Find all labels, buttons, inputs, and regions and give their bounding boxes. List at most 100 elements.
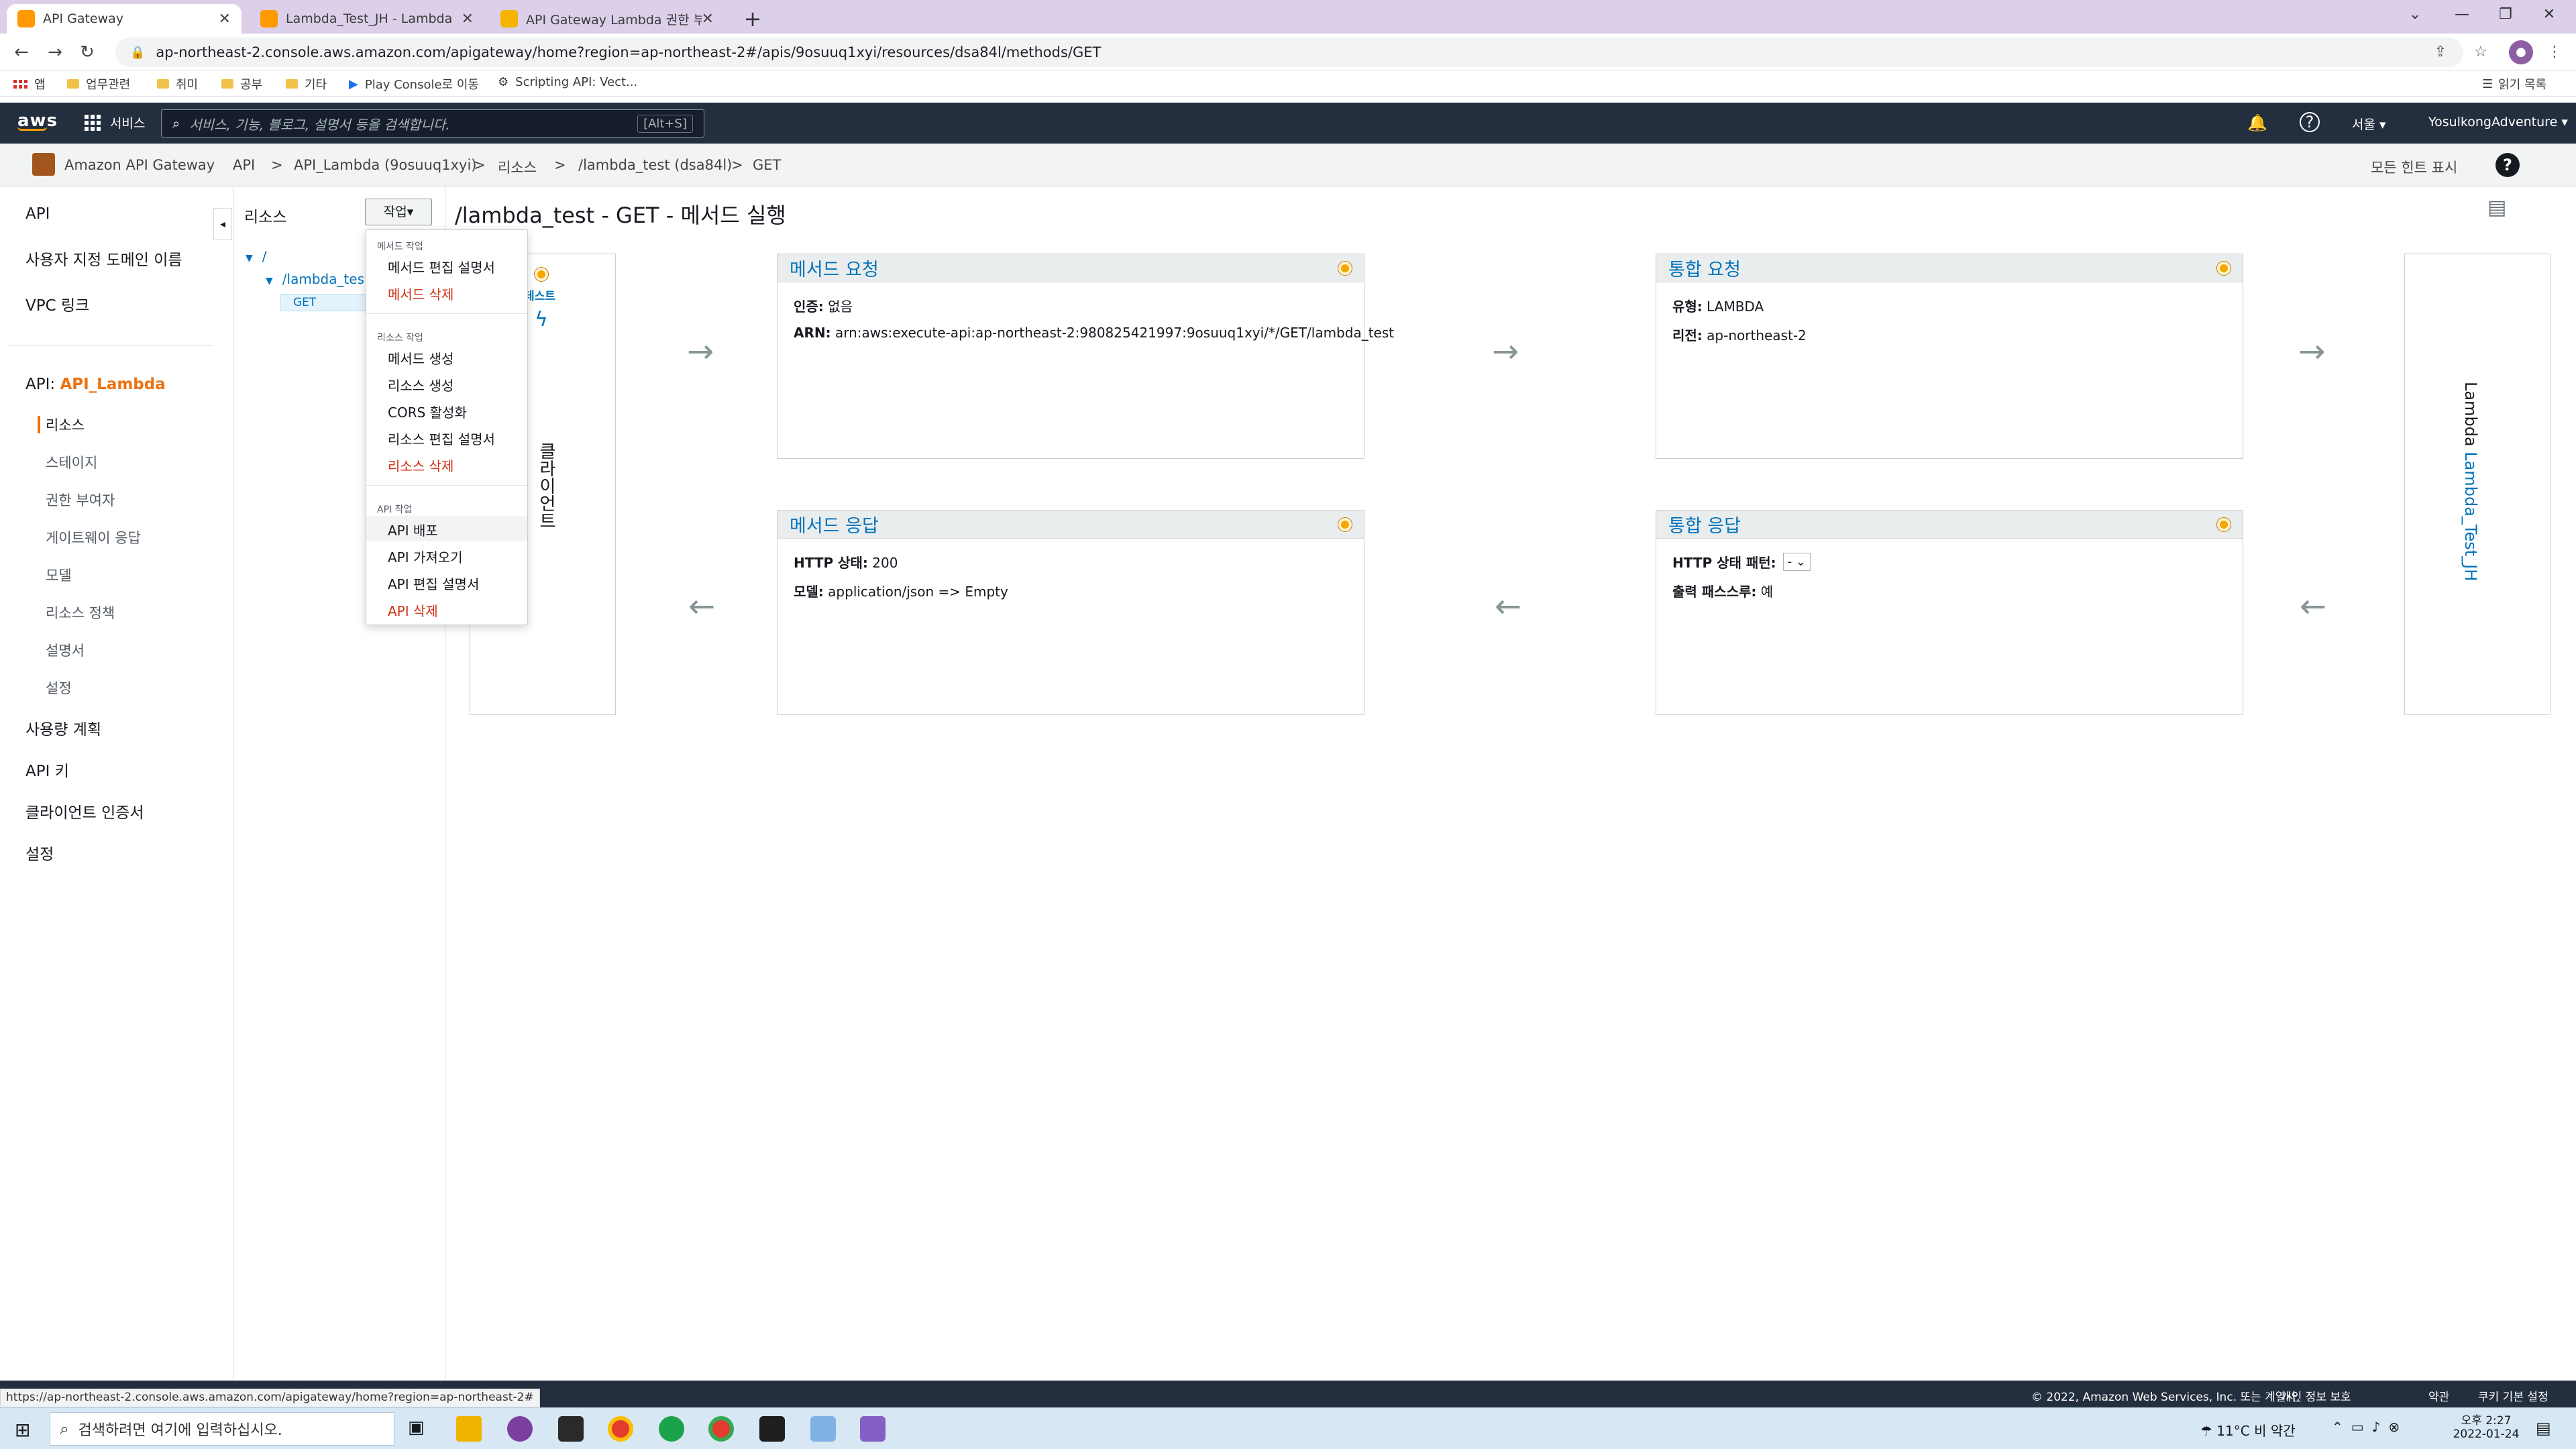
- tab-lambda[interactable]: Lambda_Test_JH - Lambda ✕: [250, 4, 484, 34]
- sidebar-item-api-keys[interactable]: API 키: [25, 758, 69, 781]
- profile-avatar[interactable]: ●: [2509, 40, 2533, 64]
- tab-search-icon[interactable]: ⌄: [2395, 0, 2435, 30]
- task-view-icon[interactable]: ▣: [408, 1417, 425, 1438]
- close-icon[interactable]: ✕: [462, 11, 474, 28]
- actions-button[interactable]: 작업▾: [365, 199, 432, 225]
- menu-item-import-api[interactable]: API 가져오기: [388, 547, 463, 566]
- menu-item-enable-cors[interactable]: CORS 활성화: [388, 402, 467, 421]
- services-menu-button[interactable]: 서비스: [85, 113, 145, 131]
- menu-kebab-icon[interactable]: ⋮: [2542, 40, 2567, 64]
- window-close-icon[interactable]: ✕: [2529, 0, 2569, 30]
- menu-item-delete-resource[interactable]: 리소스 삭제: [388, 455, 453, 475]
- sidebar-item-client-certs[interactable]: 클라이언트 인증서: [25, 800, 144, 822]
- tree-node-lambda-test[interactable]: ▼/lambda_tes: [266, 271, 364, 287]
- minimize-icon[interactable]: —: [2442, 0, 2482, 30]
- menu-item-delete-method[interactable]: 메서드 삭제: [388, 284, 453, 303]
- menu-item-edit-method-doc[interactable]: 메서드 편집 설명서: [388, 257, 495, 276]
- bookmark-play-console[interactable]: ▶ Play Console로 이동: [349, 75, 479, 93]
- status-pattern-select[interactable]: - ⌄: [1782, 553, 1811, 571]
- taskbar-search-input[interactable]: ⌕ 검색하려면 여기에 입력하십시오.: [50, 1412, 394, 1446]
- visual-studio-icon[interactable]: [860, 1416, 885, 1442]
- new-tab-icon[interactable]: +: [738, 4, 767, 34]
- method-response-header[interactable]: 메서드 응답: [777, 511, 1364, 539]
- sidebar-item-custom-domain[interactable]: 사용자 지정 도메인 이름: [25, 247, 182, 270]
- help-icon[interactable]: ?: [2300, 112, 2320, 132]
- method-request-header[interactable]: 메서드 요청: [777, 254, 1364, 282]
- region-selector[interactable]: 서울 ▾: [2352, 115, 2386, 133]
- book-icon[interactable]: ▤: [2487, 196, 2506, 219]
- menu-item-create-resource[interactable]: 리소스 생성: [388, 375, 453, 394]
- terminal-icon[interactable]: [759, 1416, 785, 1442]
- sidebar-item-gateway-responses[interactable]: 게이트웨이 응답: [46, 527, 141, 547]
- bell-icon[interactable]: 🔔: [2247, 113, 2267, 132]
- help-icon[interactable]: ?: [2496, 153, 2520, 177]
- chrome-icon[interactable]: [708, 1416, 734, 1442]
- app-icon[interactable]: [507, 1416, 533, 1442]
- aws-logo[interactable]: aws: [17, 111, 58, 131]
- clock[interactable]: 오후 2:27 2022-01-24: [2453, 1411, 2520, 1441]
- tree-node-get[interactable]: GET: [280, 294, 368, 311]
- bookmark-scripting-api[interactable]: ⚙ Scripting API: Vect...: [498, 75, 637, 89]
- terms-link[interactable]: 약관: [2428, 1387, 2449, 1404]
- sidebar-item-vpc-link[interactable]: VPC 링크: [25, 292, 89, 315]
- sidebar-item-usage-plans[interactable]: 사용량 계획: [25, 716, 101, 739]
- breadcrumb-item[interactable]: /lambda_test (dsa84l): [578, 157, 732, 173]
- sidebar-item-models[interactable]: 모델: [46, 565, 72, 585]
- menu-item-delete-api[interactable]: API 삭제: [388, 600, 438, 620]
- tab-lambda-auth[interactable]: API Gateway Lambda 권한 부여 ✕: [490, 4, 724, 34]
- breadcrumb-item[interactable]: API: [233, 157, 255, 173]
- restore-icon[interactable]: ❐: [2485, 0, 2526, 30]
- chrome-icon[interactable]: [608, 1416, 633, 1442]
- menu-item-edit-api-doc[interactable]: API 편집 설명서: [388, 574, 479, 593]
- tab-api-gateway[interactable]: API Gateway ✕: [7, 4, 241, 34]
- collapse-sidebar-icon[interactable]: ◂: [213, 208, 232, 240]
- sidebar-item-settings[interactable]: 설정: [46, 678, 72, 698]
- windows-start-icon[interactable]: ⊞: [15, 1419, 30, 1441]
- tree-node-root[interactable]: ▼ /: [246, 248, 267, 264]
- app-icon[interactable]: [659, 1416, 684, 1442]
- tray-icons[interactable]: ⌃▭♪⊗: [2332, 1419, 2408, 1435]
- breadcrumb-item[interactable]: API_Lambda (9osuuq1xyi): [294, 157, 477, 173]
- sidebar-item-global-settings[interactable]: 설정: [25, 841, 54, 864]
- bookmark-folder[interactable]: 취미: [157, 75, 198, 93]
- sidebar-item-documentation[interactable]: 설명서: [46, 640, 85, 660]
- privacy-link[interactable]: 개인 정보 보호: [2281, 1387, 2351, 1404]
- sidebar-item-resource-policy[interactable]: 리소스 정책: [46, 602, 115, 623]
- bookmark-apps[interactable]: 앱: [13, 75, 46, 93]
- file-explorer-icon[interactable]: [456, 1416, 482, 1442]
- show-hints-link[interactable]: 모든 힌트 표시: [2371, 157, 2457, 177]
- bookmark-folder[interactable]: 기타: [286, 75, 327, 93]
- close-icon[interactable]: ✕: [219, 11, 231, 28]
- unity-icon[interactable]: [558, 1416, 584, 1442]
- sidebar-item-stages[interactable]: 스테이지: [46, 452, 97, 472]
- back-icon[interactable]: ←: [8, 39, 35, 66]
- test-link[interactable]: 테스트: [524, 286, 555, 303]
- reload-icon[interactable]: ↻: [74, 39, 101, 66]
- forward-icon[interactable]: →: [42, 39, 68, 66]
- bookmark-folder[interactable]: 공부: [221, 75, 262, 93]
- sidebar-item-authorizers[interactable]: 권한 부여자: [46, 490, 115, 510]
- bookmark-folder[interactable]: 업무관련: [67, 75, 130, 93]
- notification-icon[interactable]: ▤: [2536, 1419, 2551, 1438]
- service-name[interactable]: Amazon API Gateway: [64, 157, 215, 173]
- weather-widget[interactable]: ☂ 11°C 비 약간: [2200, 1420, 2296, 1440]
- star-icon[interactable]: ☆: [2469, 40, 2493, 64]
- breadcrumb-item[interactable]: 리소스: [498, 157, 537, 177]
- menu-item-create-method[interactable]: 메서드 생성: [388, 348, 453, 368]
- reading-list[interactable]: ☰ 읽기 목록: [2482, 75, 2546, 93]
- api-name-link[interactable]: API_Lambda: [60, 376, 165, 393]
- cookie-prefs-link[interactable]: 쿠키 기본 설정: [2478, 1387, 2548, 1404]
- app-icon[interactable]: [810, 1416, 836, 1442]
- integration-response-header[interactable]: 통합 응답: [1656, 511, 2243, 539]
- sidebar-item-api[interactable]: API: [25, 205, 50, 223]
- lambda-function-link[interactable]: Lambda_Test_JH: [2461, 451, 2480, 581]
- sidebar-item-resources[interactable]: 리소스: [46, 415, 85, 435]
- aws-search-input[interactable]: ⌕ 서비스, 기능, 블로그, 설명서 등을 검색합니다. [Alt+S]: [161, 109, 704, 138]
- menu-item-edit-resource-doc[interactable]: 리소스 편집 설명서: [388, 429, 495, 448]
- lightning-icon[interactable]: ϟ: [535, 308, 548, 331]
- account-menu[interactable]: YosulkongAdventure ▾: [2428, 115, 2568, 129]
- menu-item-deploy-api[interactable]: API 배포: [388, 520, 438, 539]
- close-icon[interactable]: ✕: [702, 11, 714, 28]
- integration-request-header[interactable]: 통합 요청: [1656, 254, 2243, 282]
- share-icon[interactable]: ⇪: [2428, 40, 2453, 64]
